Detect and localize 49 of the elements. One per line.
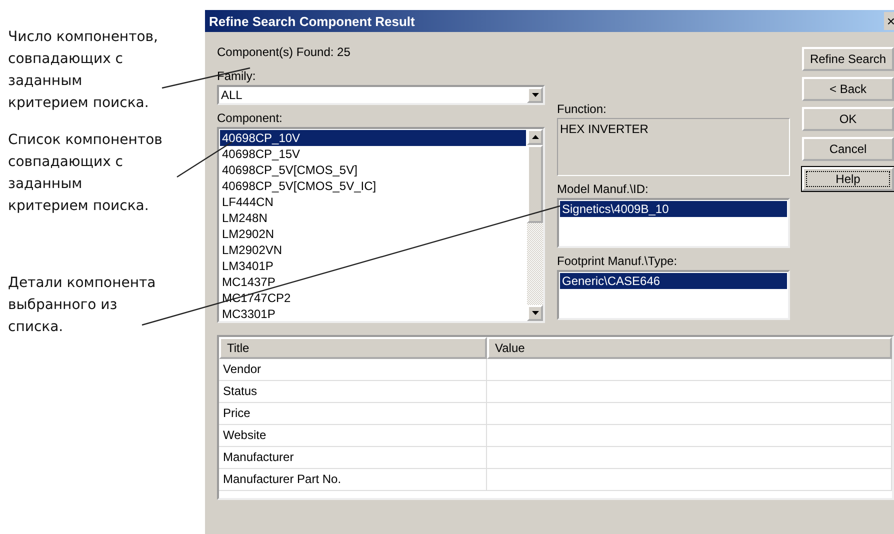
close-button[interactable]: ×	[884, 12, 894, 30]
dialog-button[interactable]: OK	[802, 107, 894, 131]
list-item[interactable]: 40698CP_5V[CMOS_5V_IC]	[220, 178, 526, 194]
table-cell: Manufacturer	[219, 447, 487, 469]
list-item[interactable]: LM2902VN	[220, 242, 526, 258]
list-box[interactable]: Signetics\4009B_10	[557, 198, 790, 248]
column-header[interactable]: Value	[487, 337, 892, 359]
table-cell: Website	[219, 425, 487, 447]
annotation-text: Список компонентов совпадающих с заданным критерием поиска.	[8, 131, 162, 216]
list-box[interactable]: Generic\CASE646	[557, 270, 790, 320]
field-label: Component:	[217, 111, 284, 125]
field-label: Family:	[217, 69, 257, 83]
column-header[interactable]: Title	[219, 337, 487, 359]
scroll-up-button[interactable]	[527, 129, 543, 145]
list-item[interactable]: LM3401P	[220, 258, 526, 274]
field-label: Model Manuf.\ID:	[557, 182, 650, 196]
list-item[interactable]: 40698CP_10V	[220, 130, 526, 146]
table-cell: Status	[219, 381, 487, 403]
function-value: HEX INVERTER	[557, 118, 790, 176]
table-cell: Price	[219, 403, 487, 425]
window-title: Refine Search Component Result	[209, 14, 415, 28]
annotation-text: Детали компонента выбранного из списка.	[8, 274, 156, 337]
list-item[interactable]: Signetics\4009B_10	[560, 201, 787, 217]
scroll-down-button[interactable]	[527, 305, 543, 321]
dropdown-button[interactable]	[527, 87, 543, 103]
dialog-button[interactable]: Refine Search	[802, 47, 894, 71]
annotation-text: Число компонентов, совпадающих с заданным критерием поиска.	[8, 28, 158, 113]
dialog-button[interactable]: < Back	[802, 77, 894, 101]
scroll-thumb[interactable]	[527, 145, 543, 223]
list-item[interactable]: 40698CP_5V[CMOS_5V]	[220, 162, 526, 178]
list-item[interactable]: LM2902N	[220, 226, 526, 242]
list-item[interactable]: 40698CP_15V	[220, 146, 526, 162]
table-cell: Vendor	[219, 359, 487, 381]
family-dropdown[interactable]: ALL	[217, 85, 545, 105]
scrollbar[interactable]	[527, 129, 543, 321]
list-item[interactable]: LF444CN	[220, 194, 526, 210]
field-label: Footprint Manuf.\Type:	[557, 254, 678, 268]
dialog-button[interactable]: Help	[802, 167, 894, 191]
field-label: Function:	[557, 102, 608, 116]
results-count: Component(s) Found: 25	[217, 45, 352, 59]
list-item[interactable]: MC3301P	[220, 306, 526, 322]
down-arrow-icon	[532, 93, 538, 97]
list-item[interactable]: MC1437P	[220, 274, 526, 290]
dialog-button[interactable]: Cancel	[802, 137, 894, 161]
up-arrow-icon	[532, 135, 538, 139]
list-item[interactable]: Generic\CASE646	[560, 273, 787, 289]
down-arrow-icon	[532, 311, 538, 315]
table-cell: Manufacturer Part No.	[219, 469, 487, 491]
list-item[interactable]: LM248N	[220, 210, 526, 226]
